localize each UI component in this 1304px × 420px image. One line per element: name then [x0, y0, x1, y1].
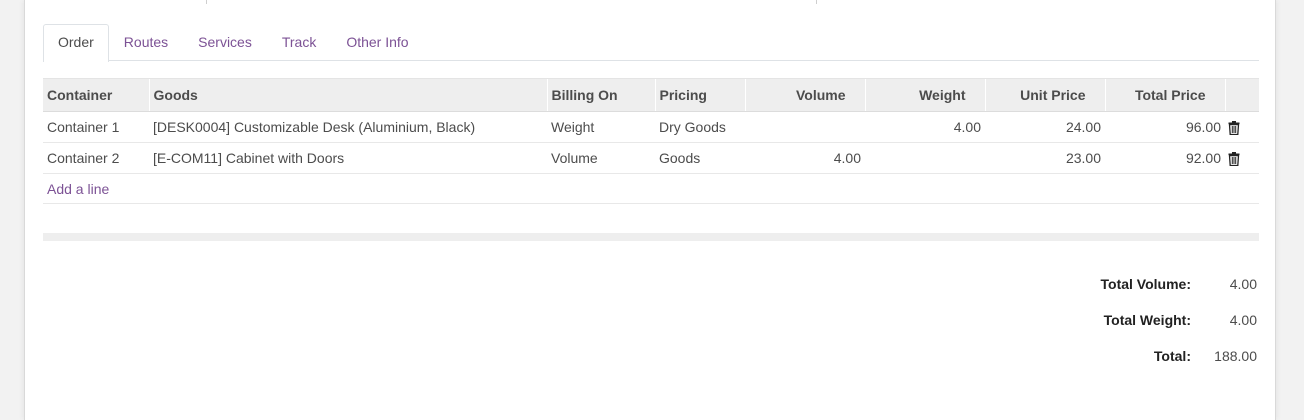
row-delete-button[interactable]: [1225, 142, 1259, 174]
cell-volume[interactable]: 4.00: [745, 142, 865, 174]
column-header-volume[interactable]: Volume: [744, 78, 865, 112]
cell-billing-on[interactable]: Volume: [547, 142, 655, 174]
section-separator: [43, 233, 1259, 241]
cell-billing-on[interactable]: Weight: [547, 111, 655, 143]
total-weight-row: Total Weight: 4.00: [1101, 302, 1257, 338]
field-divider: [206, 0, 207, 4]
column-header-unit-price[interactable]: Unit Price: [984, 78, 1105, 112]
cell-weight[interactable]: [865, 142, 985, 174]
totals-summary: Total Volume: 4.00 Total Weight: 4.00 To…: [1101, 266, 1257, 374]
tab-services[interactable]: Services: [183, 24, 267, 61]
total-weight-value: 4.00: [1229, 312, 1257, 328]
column-header-weight[interactable]: Weight: [864, 78, 985, 112]
table-row[interactable]: Container 2 [E-COM11] Cabinet with Doors…: [43, 142, 1259, 174]
tab-track[interactable]: Track: [267, 24, 331, 61]
trash-icon[interactable]: [1228, 152, 1240, 167]
cell-unit-price[interactable]: 23.00: [985, 142, 1105, 174]
tab-order[interactable]: Order: [43, 24, 109, 62]
form-sheet: Order Routes Services Track Other Info C…: [24, 0, 1276, 420]
add-line-row: Add a line: [43, 173, 1259, 204]
total-volume-value: 4.00: [1229, 276, 1257, 292]
add-line-link[interactable]: Add a line: [47, 181, 109, 197]
cell-container[interactable]: Container 2: [43, 142, 149, 174]
cell-pricing[interactable]: Dry Goods: [655, 111, 745, 143]
cell-goods[interactable]: [DESK0004] Customizable Desk (Aluminium,…: [149, 111, 547, 143]
cell-volume[interactable]: [745, 111, 865, 143]
total-weight-label: Total Weight:: [1103, 312, 1191, 328]
cell-pricing[interactable]: Goods: [655, 142, 745, 174]
field-divider: [816, 0, 817, 4]
column-header-goods[interactable]: Goods: [148, 78, 547, 112]
column-header-actions: [1224, 78, 1259, 112]
table-row[interactable]: Container 1 [DESK0004] Customizable Desk…: [43, 111, 1259, 143]
tab-other-info[interactable]: Other Info: [331, 24, 423, 61]
grand-total-row: Total: 188.00: [1101, 338, 1257, 374]
table-header-row: Container Goods Billing On Pricing Volum…: [43, 78, 1259, 112]
column-header-total-price[interactable]: Total Price: [1104, 78, 1225, 112]
cell-goods[interactable]: [E-COM11] Cabinet with Doors: [149, 142, 547, 174]
cell-total-price[interactable]: 92.00: [1105, 142, 1225, 174]
total-volume-label: Total Volume:: [1100, 276, 1191, 292]
column-header-pricing[interactable]: Pricing: [654, 78, 745, 112]
total-volume-row: Total Volume: 4.00: [1101, 266, 1257, 302]
column-header-container[interactable]: Container: [43, 78, 149, 112]
cell-unit-price[interactable]: 24.00: [985, 111, 1105, 143]
grand-total-value: 188.00: [1214, 348, 1257, 364]
tab-routes[interactable]: Routes: [109, 24, 183, 61]
cell-container[interactable]: Container 1: [43, 111, 149, 143]
notebook-tabs: Order Routes Services Track Other Info: [43, 24, 1259, 62]
row-delete-button[interactable]: [1225, 111, 1259, 143]
trash-icon[interactable]: [1228, 121, 1240, 136]
column-header-billing-on[interactable]: Billing On: [546, 78, 655, 112]
cell-total-price[interactable]: 96.00: [1105, 111, 1225, 143]
order-lines-table: Container Goods Billing On Pricing Volum…: [43, 78, 1259, 204]
grand-total-label: Total:: [1153, 348, 1191, 364]
cell-weight[interactable]: 4.00: [865, 111, 985, 143]
